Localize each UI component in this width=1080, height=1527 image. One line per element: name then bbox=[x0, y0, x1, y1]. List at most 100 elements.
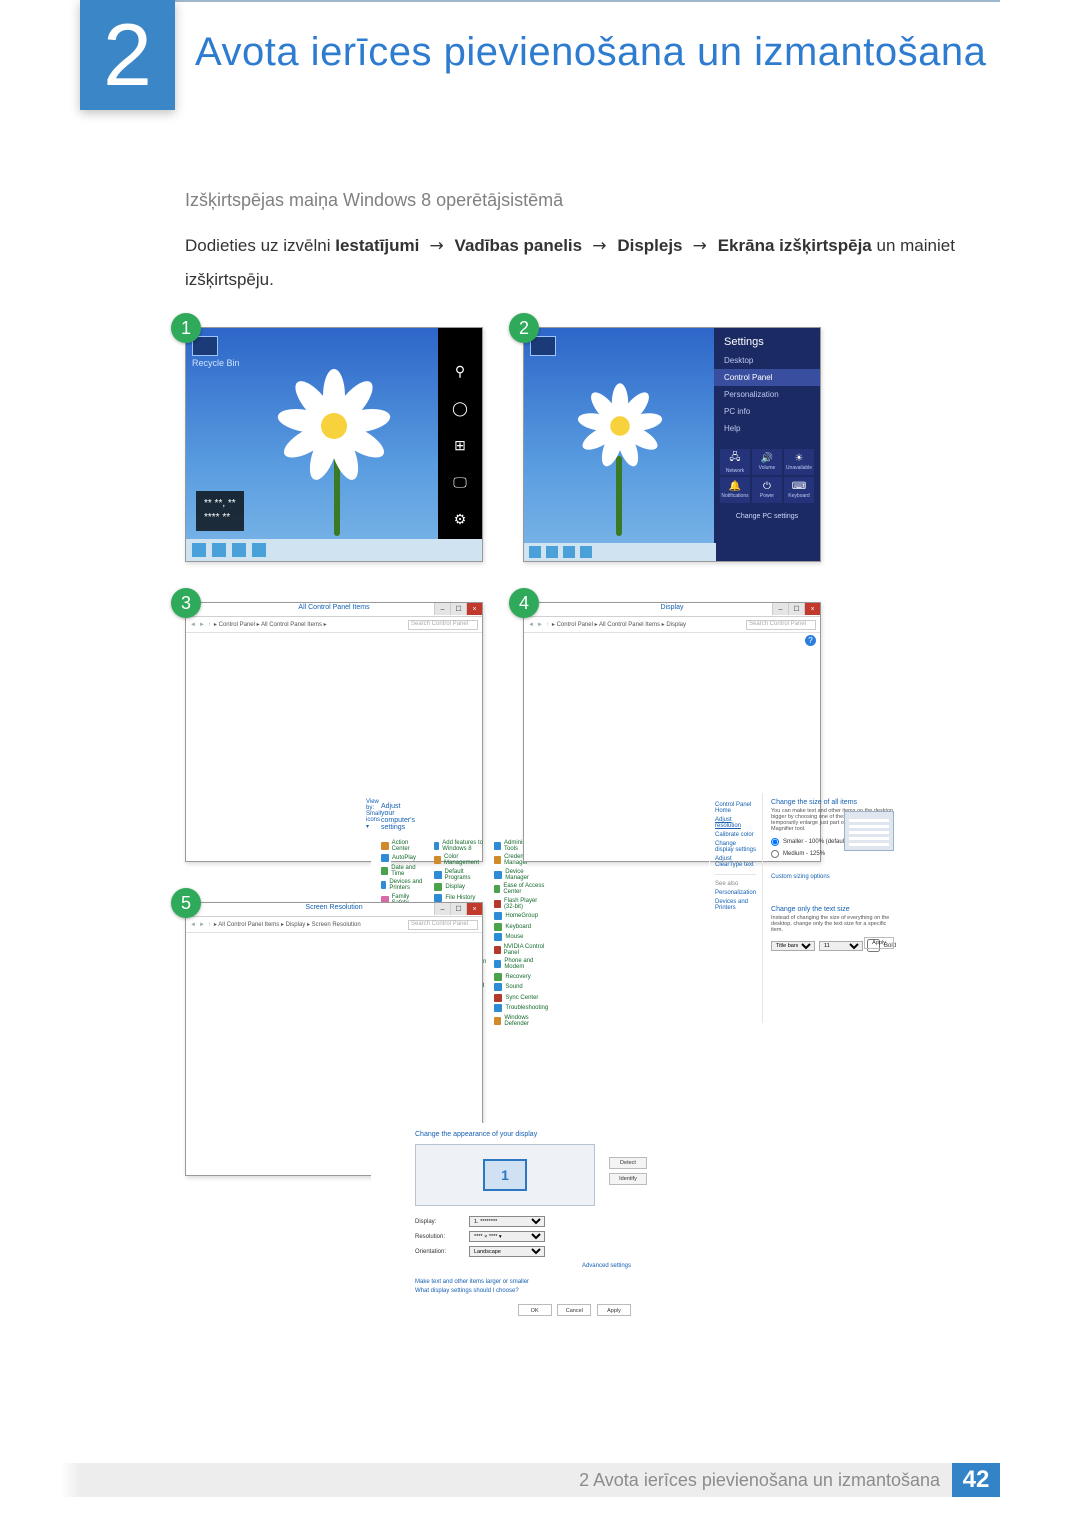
search-input[interactable]: Search Control Panel bbox=[408, 920, 478, 930]
orientation-select[interactable]: Landscape bbox=[469, 1246, 545, 1257]
help-link[interactable]: What display settings should I choose? bbox=[415, 1288, 651, 1294]
minimize-button[interactable]: – bbox=[434, 603, 450, 615]
identify-button[interactable]: Identify bbox=[609, 1173, 647, 1185]
side-link[interactable]: Adjust ClearType text bbox=[715, 856, 756, 868]
control-panel-item[interactable]: Ease of Access Center bbox=[494, 883, 548, 895]
text-size-link[interactable]: Make text and other items larger or smal… bbox=[415, 1279, 651, 1285]
side-link[interactable]: Change display settings bbox=[715, 841, 756, 853]
custom-sizing-link[interactable]: Custom sizing options bbox=[771, 874, 896, 880]
settings-item-control-panel[interactable]: Control Panel bbox=[714, 369, 820, 386]
close-button[interactable]: × bbox=[466, 603, 482, 615]
close-button[interactable]: × bbox=[804, 603, 820, 615]
control-panel-item[interactable]: Sound bbox=[494, 983, 548, 991]
help-icon[interactable]: ? bbox=[805, 635, 816, 646]
tile-network[interactable]: 🖧Network bbox=[720, 449, 750, 475]
control-panel-item[interactable]: Display bbox=[434, 883, 486, 891]
forward-icon[interactable]: ► bbox=[199, 922, 205, 928]
control-panel-item[interactable]: Default Programs bbox=[434, 869, 486, 881]
size-option-medium[interactable] bbox=[771, 850, 779, 858]
side-nav: Control Panel Home Adjust resolution Cal… bbox=[709, 793, 763, 1023]
tile-volume[interactable]: 🔊Volume bbox=[752, 449, 782, 475]
settings-icon[interactable]: ⚙ bbox=[454, 511, 467, 528]
figure-3: 3 All Control Panel Items –☐× ◄ ► ↑ ▸ Co… bbox=[185, 602, 483, 862]
search-icon[interactable]: ⚲ bbox=[455, 363, 465, 380]
see-also-link[interactable]: Devices and Printers bbox=[715, 899, 756, 911]
back-icon[interactable]: ◄ bbox=[190, 622, 196, 628]
control-panel-item[interactable]: Date and Time bbox=[381, 865, 426, 877]
up-icon[interactable]: ↑ bbox=[546, 622, 549, 628]
maximize-button[interactable]: ☐ bbox=[450, 903, 466, 915]
up-icon[interactable]: ↑ bbox=[208, 622, 211, 628]
side-link[interactable]: Control Panel Home bbox=[715, 802, 756, 814]
ok-button[interactable]: OK bbox=[518, 1304, 552, 1316]
control-panel-item[interactable]: AutoPlay bbox=[381, 854, 426, 862]
settings-item[interactable]: Desktop bbox=[714, 352, 820, 369]
view-by[interactable]: View by: Small icons ▾ bbox=[366, 799, 381, 830]
maximize-button[interactable]: ☐ bbox=[450, 603, 466, 615]
advanced-settings-link[interactable]: Advanced settings bbox=[415, 1263, 631, 1269]
control-panel-item[interactable]: Devices and Printers bbox=[381, 879, 426, 891]
size-option-small[interactable] bbox=[771, 838, 779, 846]
control-panel-item[interactable]: Phone and Modem bbox=[494, 958, 548, 970]
recycle-bin-icon[interactable]: Recycle Bin bbox=[192, 336, 240, 368]
devices-icon[interactable]: 🖵 bbox=[453, 474, 467, 491]
control-panel-item[interactable]: Flash Player (32-bit) bbox=[494, 898, 548, 910]
breadcrumb[interactable]: ▸ All Control Panel Items ▸ Display ▸ Sc… bbox=[214, 921, 361, 928]
control-panel-item[interactable]: Add features to Windows 8 bbox=[434, 840, 486, 852]
start-icon[interactable]: ⊞ bbox=[454, 437, 466, 454]
control-panel-item[interactable]: Recovery bbox=[494, 973, 548, 981]
change-pc-settings-link[interactable]: Change PC settings bbox=[714, 507, 820, 526]
tile-keyboard[interactable]: ⌨Keyboard bbox=[784, 477, 814, 503]
taskbar[interactable] bbox=[524, 543, 716, 561]
close-button[interactable]: × bbox=[466, 903, 482, 915]
step-badge: 5 bbox=[171, 888, 201, 918]
breadcrumb[interactable]: ▸ Control Panel ▸ All Control Panel Item… bbox=[552, 621, 686, 628]
bell-icon: 🔔 bbox=[729, 481, 741, 492]
breadcrumb[interactable]: ▸ Control Panel ▸ All Control Panel Item… bbox=[214, 621, 327, 628]
monitor-1-icon[interactable]: 1 bbox=[483, 1159, 527, 1191]
text-item-select[interactable]: Title bars bbox=[771, 941, 815, 951]
side-link-resolution[interactable]: Adjust resolution bbox=[715, 817, 756, 829]
minimize-button[interactable]: – bbox=[772, 603, 788, 615]
search-input[interactable]: Search Control Panel bbox=[746, 620, 816, 630]
minimize-button[interactable]: – bbox=[434, 903, 450, 915]
taskbar[interactable] bbox=[186, 539, 482, 561]
tile-notifications[interactable]: 🔔Notifications bbox=[720, 477, 750, 503]
settings-item[interactable]: Personalization bbox=[714, 386, 820, 403]
back-icon[interactable]: ◄ bbox=[190, 922, 196, 928]
forward-icon[interactable]: ► bbox=[537, 622, 543, 628]
cp-item-icon bbox=[494, 900, 501, 908]
control-panel-item[interactable]: File History bbox=[434, 894, 486, 902]
apply-button[interactable]: Apply bbox=[864, 937, 894, 949]
text-size-select[interactable]: 11 bbox=[819, 941, 863, 951]
apply-button[interactable]: Apply bbox=[597, 1304, 631, 1316]
control-panel-item[interactable]: Sync Center bbox=[494, 994, 548, 1002]
share-icon[interactable]: ◯ bbox=[452, 400, 468, 417]
settings-item[interactable]: Help bbox=[714, 420, 820, 437]
tile-brightness[interactable]: ☀Unavailable bbox=[784, 449, 814, 475]
tile-power[interactable]: ⏻Power bbox=[752, 477, 782, 503]
detect-button[interactable]: Detect bbox=[609, 1157, 647, 1169]
control-panel-item[interactable]: NVIDIA Control Panel bbox=[494, 944, 548, 956]
maximize-button[interactable]: ☐ bbox=[788, 603, 804, 615]
cancel-button[interactable]: Cancel bbox=[557, 1304, 591, 1316]
control-panel-item[interactable]: Device Manager bbox=[494, 869, 548, 881]
control-panel-item[interactable]: Windows Defender bbox=[494, 1015, 548, 1027]
see-also-link[interactable]: Personalization bbox=[715, 890, 756, 896]
control-panel-item[interactable]: Color Management bbox=[434, 854, 486, 866]
back-icon[interactable]: ◄ bbox=[528, 622, 534, 628]
side-link[interactable]: Calibrate color bbox=[715, 832, 756, 838]
control-panel-item[interactable]: Action Center bbox=[381, 840, 426, 852]
control-panel-item[interactable]: Troubleshooting bbox=[494, 1004, 548, 1012]
resolution-select[interactable]: **** × **** ▾ bbox=[469, 1231, 545, 1242]
display-preview[interactable]: 1 bbox=[415, 1144, 595, 1206]
forward-icon[interactable]: ► bbox=[199, 622, 205, 628]
control-panel-item[interactable]: HomeGroup bbox=[494, 912, 548, 920]
control-panel-item[interactable]: Mouse bbox=[494, 933, 548, 941]
recycle-bin-icon[interactable] bbox=[530, 336, 556, 358]
settings-item[interactable]: PC info bbox=[714, 403, 820, 420]
search-input[interactable]: Search Control Panel bbox=[408, 620, 478, 630]
up-icon[interactable]: ↑ bbox=[208, 922, 211, 928]
control-panel-item[interactable]: Keyboard bbox=[494, 923, 548, 931]
display-select[interactable]: 1. ******** bbox=[469, 1216, 545, 1227]
